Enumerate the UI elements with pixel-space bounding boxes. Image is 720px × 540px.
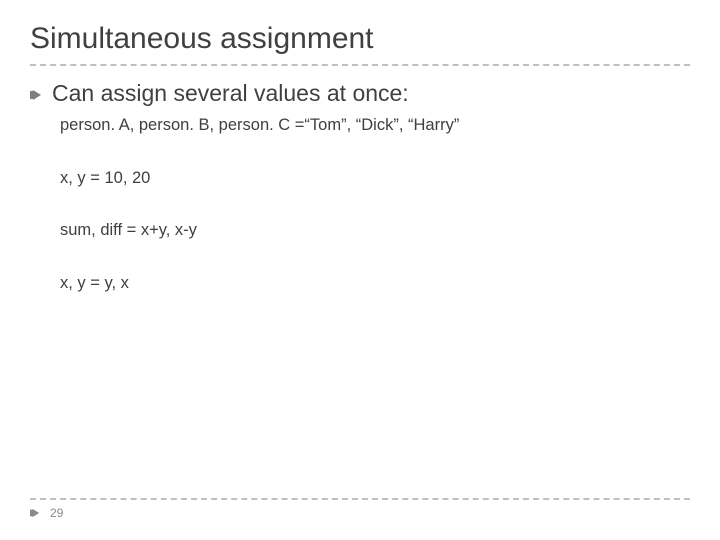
slide-title: Simultaneous assignment	[0, 0, 720, 60]
code-line: person. A, person. B, person. C =“Tom”, …	[60, 111, 690, 136]
divider-bottom	[30, 498, 690, 500]
bullet-item: Can assign several values at once:	[0, 66, 720, 107]
page-arrow-icon	[30, 508, 44, 518]
bullet-arrow-icon	[30, 89, 48, 101]
code-line: sum, diff = x+y, x-y	[60, 216, 690, 241]
footer-row: 29	[30, 504, 690, 520]
code-line: x, y = 10, 20	[60, 164, 690, 189]
slide: Simultaneous assignment Can assign sever…	[0, 0, 720, 540]
page-number: 29	[50, 506, 63, 520]
footer: 29	[30, 498, 690, 520]
bullet-text: Can assign several values at once:	[52, 80, 409, 107]
code-line: x, y = y, x	[60, 269, 690, 294]
code-block: person. A, person. B, person. C =“Tom”, …	[0, 107, 720, 294]
